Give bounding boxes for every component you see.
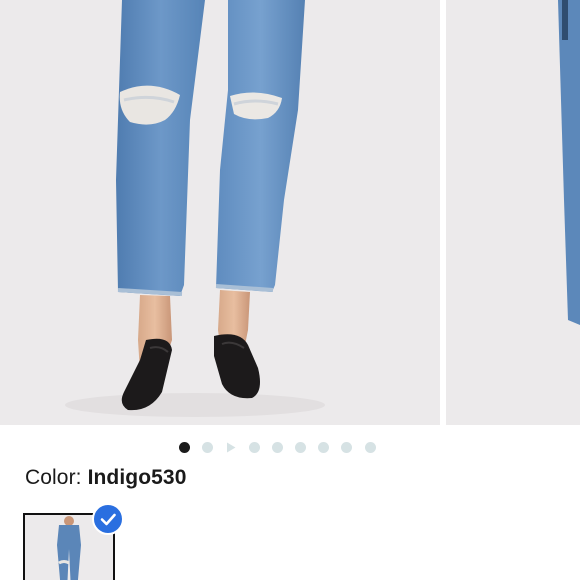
color-value: Indigo530 (87, 466, 187, 489)
jeans-photo-partial (446, 0, 580, 425)
product-image-next[interactable] (446, 0, 580, 425)
selected-check-badge (92, 503, 124, 535)
product-image-main[interactable] (0, 0, 440, 425)
product-image-carousel[interactable] (0, 0, 580, 425)
carousel-dot[interactable] (249, 442, 260, 453)
carousel-dot[interactable] (365, 442, 376, 453)
carousel-pagination (0, 440, 580, 456)
checkmark-icon (100, 513, 116, 526)
color-label: Color: (25, 466, 88, 489)
carousel-dot[interactable] (179, 442, 190, 453)
color-selection-label: Color: Indigo530 (25, 466, 186, 490)
carousel-dot[interactable] (295, 442, 306, 453)
carousel-dot[interactable] (341, 442, 352, 453)
carousel-dot[interactable] (318, 442, 329, 453)
play-icon[interactable] (225, 442, 236, 453)
carousel-dot[interactable] (272, 442, 283, 453)
jeans-photo (0, 0, 440, 425)
carousel-dot[interactable] (202, 442, 213, 453)
